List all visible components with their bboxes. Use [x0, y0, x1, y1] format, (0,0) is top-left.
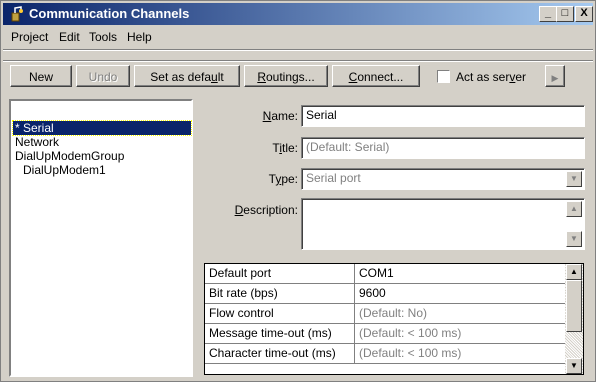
property-key: Character time-out (ms): [205, 344, 355, 363]
routings-button[interactable]: Routings...: [244, 65, 328, 87]
description-label-text: escription:: [243, 203, 298, 217]
tree-item-dialupmodem1[interactable]: DialUpModem1: [23, 163, 106, 177]
table-row[interactable]: Message time-out (ms) (Default: < 100 ms…: [205, 324, 565, 344]
act-as-server-checkbox[interactable]: [437, 70, 450, 83]
routings-accel: R: [257, 70, 266, 84]
name-label-text: ame:: [271, 109, 298, 123]
scrollbar-thumb[interactable]: [566, 280, 582, 332]
set-as-default-button[interactable]: Set as default: [134, 65, 240, 87]
property-key: Flow control: [205, 304, 355, 323]
connect-button[interactable]: Connect...: [332, 65, 420, 87]
property-value[interactable]: COM1: [355, 264, 565, 283]
toolbar-separator: [3, 60, 593, 62]
property-value[interactable]: 9600: [355, 284, 565, 303]
menu-separator: [3, 49, 593, 51]
type-label-text-2: pe:: [281, 172, 298, 186]
title-bar[interactable]: Communication Channels _ □ X: [3, 3, 593, 25]
scroll-up-icon[interactable]: ▲: [566, 264, 582, 280]
scroll-down-icon[interactable]: ▼: [566, 231, 582, 247]
properties-scrollbar[interactable]: ▲ ▼: [565, 264, 583, 374]
type-label: Type:: [205, 172, 298, 186]
maximize-button[interactable]: □: [556, 6, 574, 22]
property-value[interactable]: (Default: < 100 ms): [355, 344, 565, 363]
menu-bar: Project Edit Tools Help: [3, 27, 593, 47]
menu-edit[interactable]: Edit: [59, 30, 80, 44]
title-label-text-2: tle:: [281, 141, 298, 155]
tree-item-dialupmodemgroup[interactable]: DialUpModemGroup: [15, 149, 124, 163]
minimize-button[interactable]: _: [539, 6, 557, 22]
table-row[interactable]: Character time-out (ms) (Default: < 100 …: [205, 344, 565, 364]
property-value[interactable]: (Default: < 100 ms): [355, 324, 565, 343]
chevron-right-icon: ▶: [551, 73, 559, 83]
type-select-value: Serial port: [306, 171, 361, 185]
title-label: Title:: [205, 141, 298, 155]
menu-tools[interactable]: Tools: [89, 30, 117, 44]
close-button[interactable]: X: [575, 6, 593, 22]
act-as-server-text-1: Act as ser: [456, 70, 510, 84]
act-as-server-label[interactable]: Act as server: [456, 70, 526, 84]
title-input[interactable]: (Default: Serial): [301, 137, 585, 159]
description-accel: D: [234, 203, 244, 217]
table-row[interactable]: Default port COM1: [205, 264, 565, 284]
property-key: Default port: [205, 264, 355, 283]
type-select[interactable]: Serial port ▼: [301, 168, 585, 190]
scroll-down-icon[interactable]: ▼: [566, 358, 582, 374]
table-row[interactable]: Flow control (Default: No): [205, 304, 565, 324]
description-label: Description:: [205, 203, 298, 217]
channel-tree[interactable]: * Serial Network DialUpModemGroup DialUp…: [9, 99, 193, 377]
name-accel: N: [262, 109, 272, 123]
set-default-accel: u: [211, 70, 218, 84]
undo-button[interactable]: Undo: [76, 65, 130, 87]
communication-channels-window: Communication Channels _ □ X Project Edi…: [0, 0, 596, 382]
act-as-server-text-2: er: [515, 70, 527, 84]
property-key: Bit rate (bps): [205, 284, 355, 303]
new-button[interactable]: New: [10, 65, 72, 87]
connect-accel: C: [348, 70, 358, 84]
table-row[interactable]: Bit rate (bps) 9600: [205, 284, 565, 304]
set-default-text-2: lt: [217, 70, 224, 84]
description-textarea[interactable]: ▲ ▼: [301, 198, 585, 250]
new-button-label: New: [28, 70, 53, 84]
name-label: Name:: [205, 109, 298, 123]
menu-help[interactable]: Help: [127, 30, 152, 44]
connect-text: onnect...: [357, 70, 404, 84]
toolbar-scroll-right-button[interactable]: ▶: [545, 65, 565, 87]
property-key: Message time-out (ms): [205, 324, 355, 343]
properties-grid[interactable]: Default port COM1 Bit rate (bps) 9600 Fl…: [204, 263, 584, 375]
tree-item-serial[interactable]: * Serial: [12, 120, 192, 136]
name-input[interactable]: Serial: [301, 105, 585, 127]
channels-app-icon: [11, 6, 23, 22]
routings-text: outings...: [265, 70, 315, 84]
set-default-text-1: Set as defa: [150, 70, 212, 84]
tree-item-network[interactable]: Network: [15, 135, 59, 149]
undo-button-label: Undo: [88, 70, 118, 84]
scroll-up-icon[interactable]: ▲: [566, 201, 582, 217]
tree-item-serial-label: * Serial: [15, 121, 54, 135]
chevron-down-icon[interactable]: ▼: [566, 171, 582, 187]
window-title: Communication Channels: [29, 6, 190, 21]
menu-project[interactable]: Project: [11, 30, 48, 44]
property-value[interactable]: (Default: No): [355, 304, 565, 323]
